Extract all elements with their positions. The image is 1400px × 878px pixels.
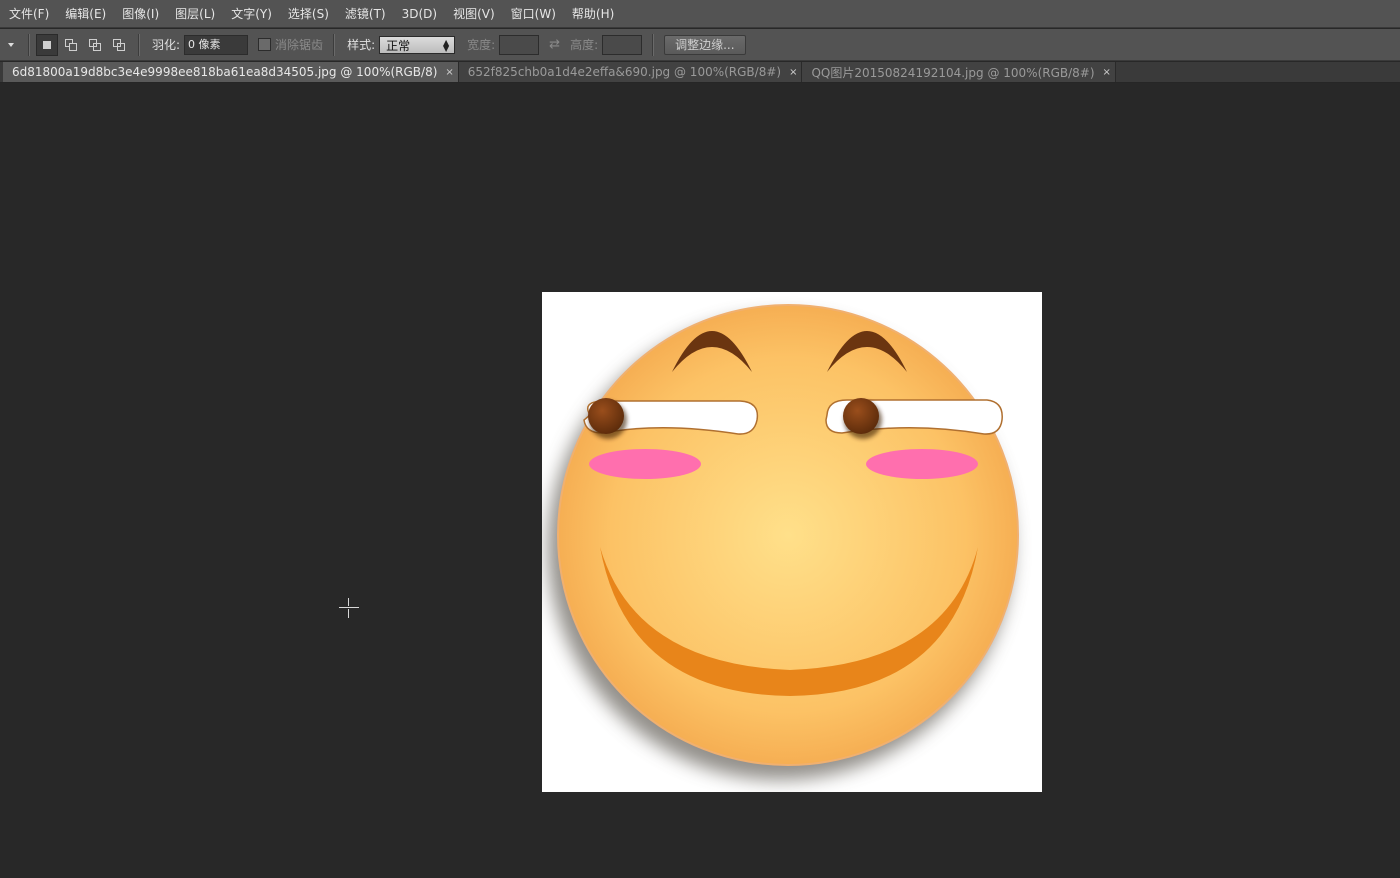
- document-canvas[interactable]: [542, 292, 1042, 792]
- add-to-selection-button[interactable]: [60, 34, 82, 56]
- tab-label: 652f825chb0a1d4e2effa&690.jpg @ 100%(RGB…: [467, 65, 782, 79]
- antialias-checkbox[interactable]: [258, 38, 272, 51]
- menu-filter[interactable]: 滤镜(T): [340, 0, 391, 28]
- left-pupil: [588, 398, 624, 434]
- options-bar: 羽化: 0 像素 消除锯齿 样式: 正常 ▲ ▼ 宽度: ⇄ 高度: 调整边缘..…: [0, 29, 1400, 61]
- intersect-selection-icon: [113, 38, 125, 51]
- divider: [138, 33, 140, 56]
- height-input[interactable]: [602, 34, 643, 55]
- subtract-from-selection-button[interactable]: [84, 34, 106, 56]
- document-tab[interactable]: 652f825chb0a1d4e2effa&690.jpg @ 100%(RGB…: [458, 62, 803, 82]
- crosshair-center: [347, 606, 350, 609]
- chevron-down-icon: [8, 42, 14, 47]
- height-label: 高度:: [570, 38, 599, 52]
- updown-arrows-icon: ▲ ▼: [442, 37, 450, 53]
- feather-input[interactable]: 0 像素: [184, 34, 249, 55]
- menu-select[interactable]: 选择(S): [283, 0, 334, 28]
- tab-label: 6d81800a19d8bc3e4e9998ee818ba61ea8d34505…: [12, 65, 438, 79]
- menu-help[interactable]: 帮助(H): [567, 0, 619, 28]
- intersect-selection-button[interactable]: [108, 34, 130, 56]
- close-icon[interactable]: ×: [1103, 67, 1111, 78]
- document-tab-bar: 6d81800a19d8bc3e4e9998ee818ba61ea8d34505…: [0, 62, 1400, 83]
- smiley-image: [548, 304, 1019, 780]
- menu-type[interactable]: 文字(Y): [226, 0, 277, 28]
- tool-preset-dropdown[interactable]: [0, 29, 22, 61]
- close-icon[interactable]: ×: [445, 67, 453, 78]
- left-blush: [589, 449, 701, 479]
- divider: [28, 33, 30, 56]
- width-label: 宽度:: [467, 38, 496, 52]
- style-label: 样式:: [347, 38, 376, 52]
- divider: [333, 33, 336, 56]
- right-blush: [866, 449, 978, 479]
- new-selection-button[interactable]: [36, 33, 58, 56]
- menu-view[interactable]: 视图(V): [448, 0, 500, 28]
- width-input[interactable]: [499, 34, 540, 55]
- menu-bar: 文件(F) 编辑(E) 图像(I) 图层(L) 文字(Y) 选择(S) 滤镜(T…: [0, 0, 1400, 28]
- crosshair-cursor-icon: [339, 598, 359, 618]
- style-select[interactable]: 正常 ▲ ▼: [379, 35, 456, 54]
- menu-file[interactable]: 文件(F): [4, 0, 54, 28]
- new-selection-icon: [41, 39, 53, 51]
- menu-edit[interactable]: 编辑(E): [60, 0, 111, 28]
- menu-layer[interactable]: 图层(L): [170, 0, 220, 28]
- smiley-face: [557, 304, 1019, 766]
- menu-3d[interactable]: 3D(D): [397, 0, 442, 28]
- style-select-value: 正常: [386, 38, 411, 53]
- right-pupil: [843, 398, 879, 434]
- refine-edge-button[interactable]: 调整边缘...: [664, 34, 746, 55]
- divider: [652, 33, 655, 56]
- swap-icon[interactable]: ⇄: [549, 37, 560, 52]
- menu-window[interactable]: 窗口(W): [506, 0, 561, 28]
- close-icon[interactable]: ×: [789, 67, 797, 78]
- add-selection-icon: [65, 38, 77, 51]
- tab-label: QQ图片20150824192104.jpg @ 100%(RGB/8#): [811, 65, 1095, 80]
- document-tab[interactable]: QQ图片20150824192104.jpg @ 100%(RGB/8#) ×: [802, 62, 1116, 82]
- subtract-selection-icon: [89, 38, 101, 51]
- feather-label: 羽化:: [152, 38, 181, 52]
- menu-image[interactable]: 图像(I): [117, 0, 164, 28]
- antialias-label: 消除锯齿: [275, 38, 324, 52]
- document-tab[interactable]: 6d81800a19d8bc3e4e9998ee818ba61ea8d34505…: [3, 62, 459, 82]
